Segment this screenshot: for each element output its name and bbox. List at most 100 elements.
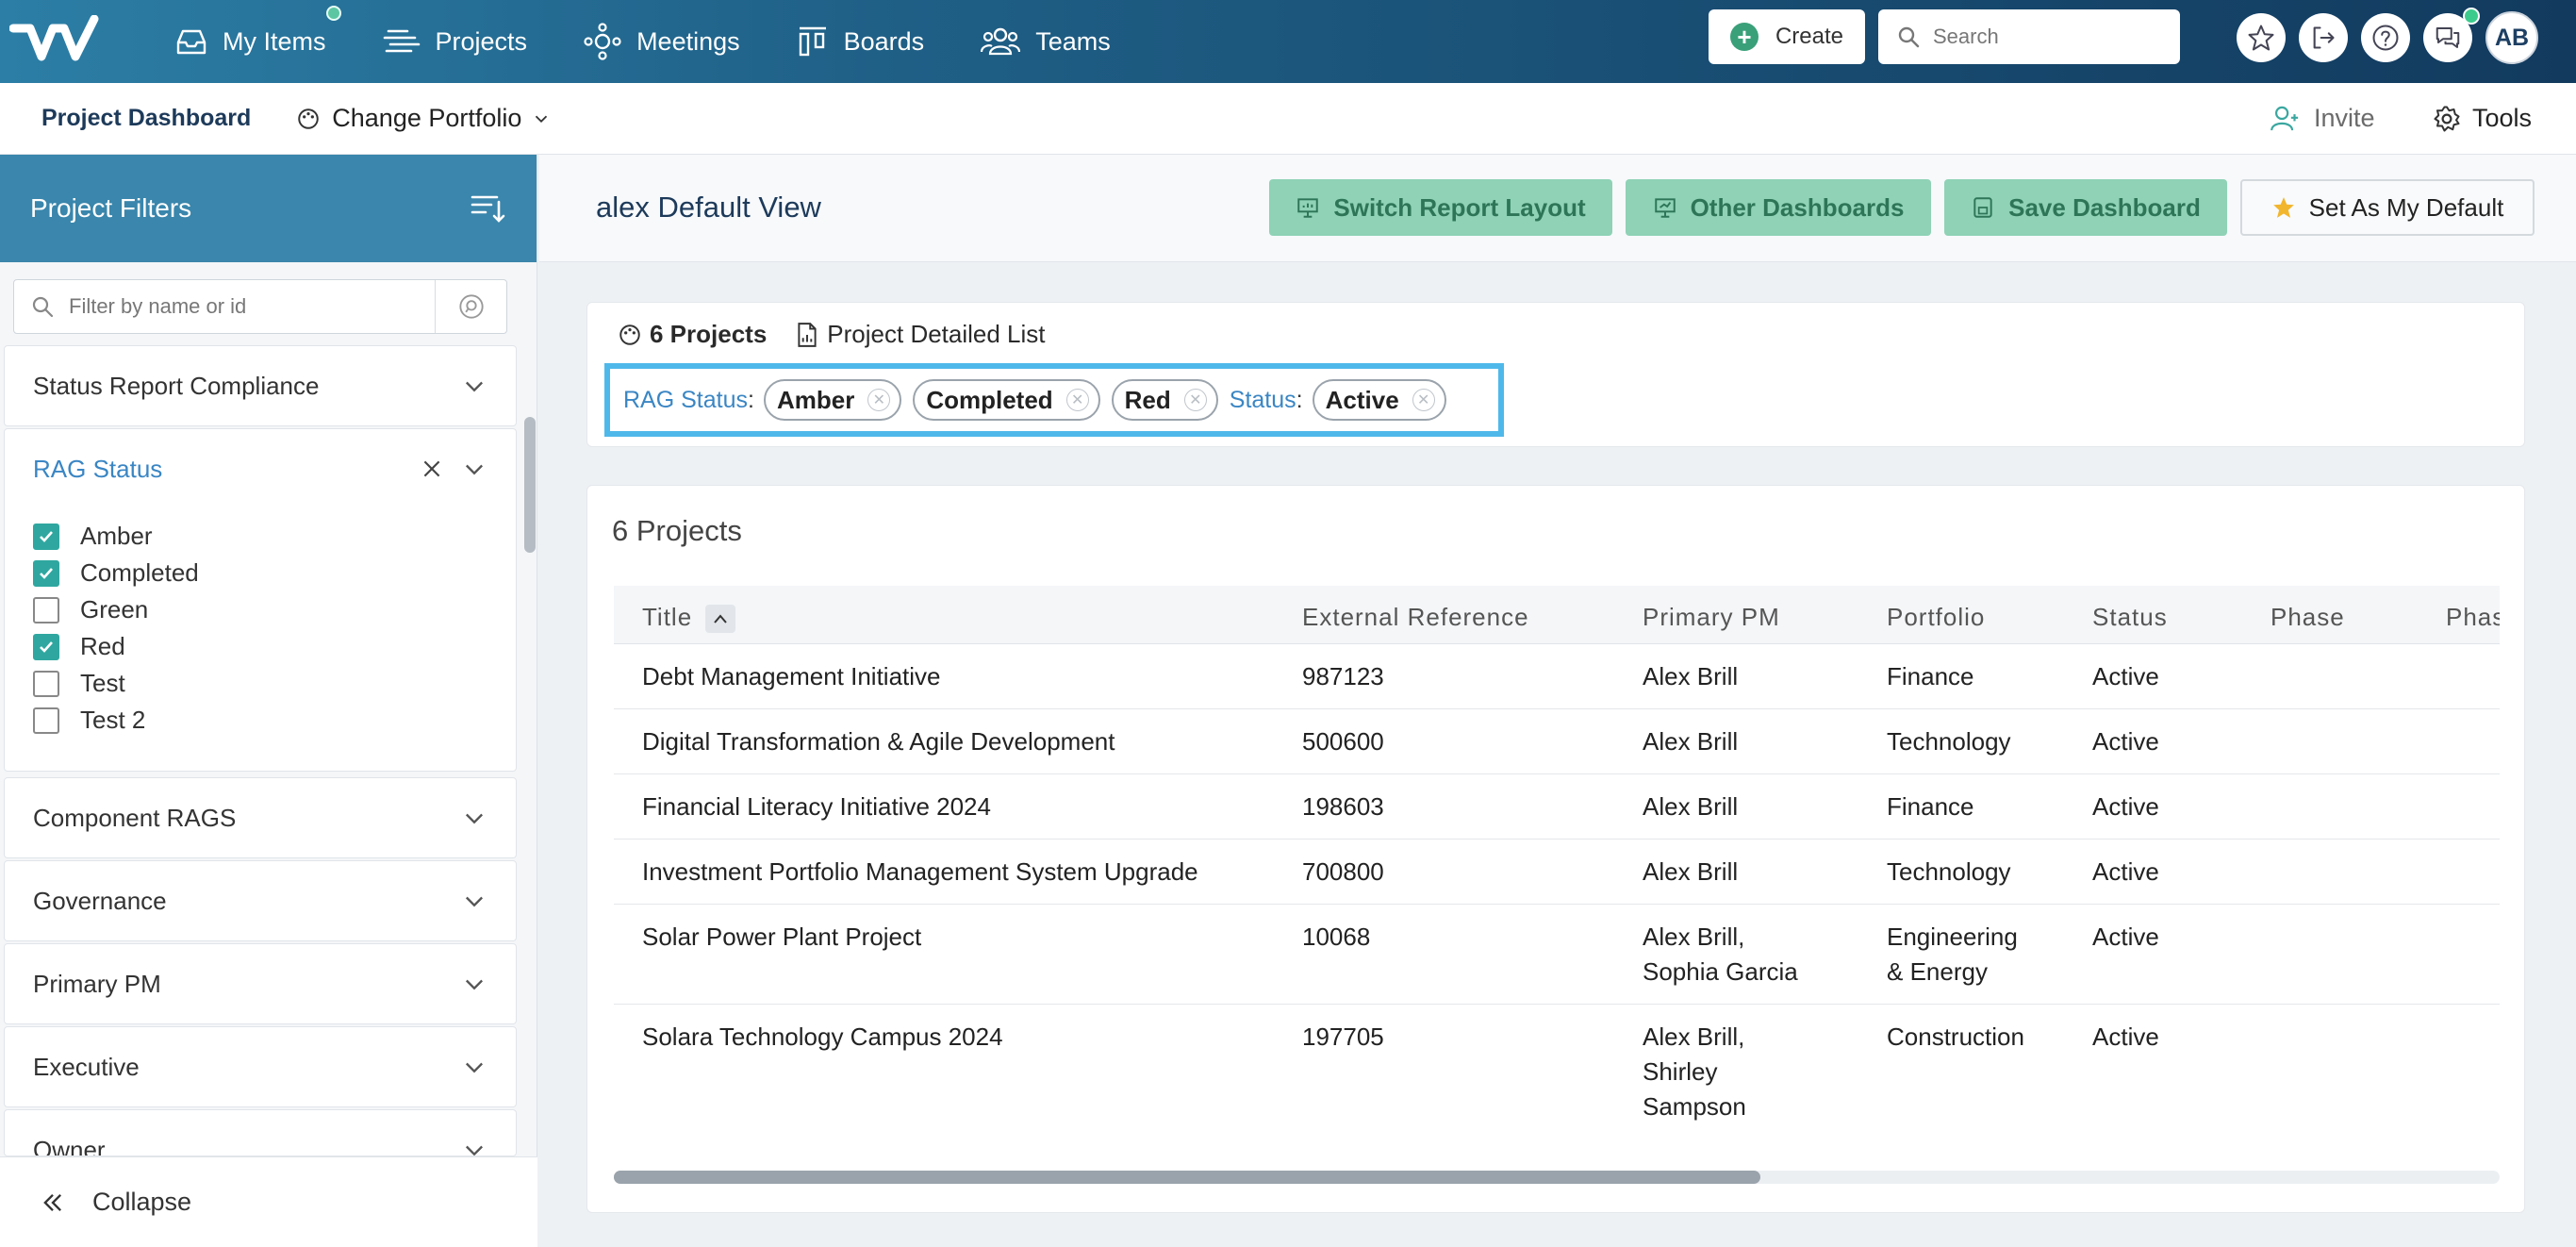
exit-button[interactable] xyxy=(2299,13,2348,62)
projects-table-card: 6 Projects Title External Reference Prim… xyxy=(586,485,2525,1213)
nav-my-items[interactable]: My Items xyxy=(147,0,355,83)
search-icon xyxy=(32,296,54,318)
sidebar-scrollbar[interactable] xyxy=(524,417,536,553)
rag-option-amber[interactable]: Amber xyxy=(5,518,516,555)
switch-report-layout-button[interactable]: Switch Report Layout xyxy=(1269,179,1612,236)
user-avatar[interactable]: AB xyxy=(2485,11,2538,64)
cell-portfolio: Technology xyxy=(1887,727,2011,756)
rag-option-completed[interactable]: Completed xyxy=(5,555,516,591)
column-header-external-reference[interactable]: External Reference xyxy=(1302,603,1529,632)
column-header-portfolio[interactable]: Portfolio xyxy=(1887,603,1985,632)
nav-boards[interactable]: Boards xyxy=(768,0,953,83)
presentation-icon xyxy=(1297,198,1319,218)
chevron-down-icon xyxy=(466,381,483,392)
scrollbar-thumb[interactable] xyxy=(614,1171,1760,1184)
sort-filter-icon[interactable] xyxy=(471,192,506,224)
filter-primary-pm[interactable]: Primary PM xyxy=(4,943,517,1024)
nav-projects[interactable]: Projects xyxy=(355,0,556,83)
cell-title[interactable]: Digital Transformation & Agile Developme… xyxy=(642,724,1115,759)
advanced-search-button[interactable] xyxy=(435,280,506,333)
global-search-input[interactable]: Search xyxy=(1878,9,2180,64)
filter-owner[interactable]: Owner xyxy=(4,1109,517,1156)
cell-pm: Alex Brill, Shirley Sampson xyxy=(1643,1023,1746,1121)
filter-section-label: Owner xyxy=(33,1135,106,1156)
rag-option-red[interactable]: Red xyxy=(5,628,516,665)
change-portfolio-dropdown[interactable]: Change Portfolio xyxy=(296,104,563,133)
cell-ref: 700800 xyxy=(1302,857,1384,886)
cell-title[interactable]: Financial Literacy Initiative 2024 xyxy=(642,790,991,824)
table-header-row: Title External Reference Primary PM Port… xyxy=(614,586,2500,644)
table-row[interactable]: Financial Literacy Initiative 2024 198603… xyxy=(614,774,2500,840)
projects-table: Title External Reference Primary PM Port… xyxy=(614,586,2500,1129)
cell-status: Active xyxy=(2092,1023,2159,1051)
checkbox[interactable] xyxy=(33,633,59,660)
table-row[interactable]: Solara Technology Campus 2024 197705 Alex … xyxy=(614,1005,2500,1129)
filter-section-label: Status Report Compliance xyxy=(33,371,320,400)
nav-teams[interactable]: Teams xyxy=(952,0,1139,83)
star-icon xyxy=(2248,25,2274,51)
help-button[interactable] xyxy=(2361,13,2410,62)
column-header-primary-pm[interactable]: Primary PM xyxy=(1643,603,1780,632)
filter-chip-label: Amber xyxy=(776,385,855,414)
nav-meetings[interactable]: Meetings xyxy=(555,0,768,83)
other-dashboards-button[interactable]: Other Dashboards xyxy=(1626,179,1931,236)
collapse-sidebar-button[interactable]: Collapse xyxy=(0,1156,537,1247)
app-logo[interactable] xyxy=(0,0,109,83)
set-as-default-label: Set As My Default xyxy=(2308,192,2504,222)
cell-ref: 987123 xyxy=(1302,662,1384,690)
rag-option-test[interactable]: Test xyxy=(5,665,516,702)
favorites-button[interactable] xyxy=(2237,13,2286,62)
cell-title[interactable]: Solara Technology Campus 2024 xyxy=(642,1020,1003,1055)
filter-executive[interactable]: Executive xyxy=(4,1026,517,1107)
remove-chip-icon[interactable]: ✕ xyxy=(1065,389,1089,411)
cell-title[interactable]: Debt Management Initiative xyxy=(642,659,941,694)
project-dashboard-link[interactable]: Project Dashboard xyxy=(41,105,251,132)
checkbox[interactable] xyxy=(33,670,59,697)
rag-option-test-2[interactable]: Test 2 xyxy=(5,702,516,739)
cell-pm: Alex Brill, Sophia Garcia xyxy=(1643,923,1798,986)
collapse-label: Collapse xyxy=(92,1188,192,1216)
checkbox[interactable] xyxy=(33,559,59,587)
filter-component-rags[interactable]: Component RAGS xyxy=(4,777,517,858)
sort-ascending-icon[interactable] xyxy=(705,605,736,634)
cell-title[interactable]: Investment Portfolio Management System U… xyxy=(642,855,1198,890)
filter-chip: Completed ✕ xyxy=(913,379,1100,421)
table-row[interactable]: Debt Management Initiative 987123 Alex Bri… xyxy=(614,644,2500,709)
set-as-default-button[interactable]: Set As My Default xyxy=(2240,179,2535,236)
meetings-icon xyxy=(584,23,621,60)
column-header-title[interactable]: Title xyxy=(642,603,736,634)
rag-option-green[interactable]: Green xyxy=(5,591,516,628)
messages-notification-dot xyxy=(2463,8,2480,25)
save-dashboard-button[interactable]: Save Dashboard xyxy=(1944,179,2227,236)
table-horizontal-scrollbar[interactable] xyxy=(614,1171,2500,1184)
filter-search-input[interactable]: Filter by name or id xyxy=(13,279,507,334)
remove-chip-icon[interactable]: ✕ xyxy=(867,389,891,411)
table-card-title: 6 Projects xyxy=(612,514,742,547)
filter-status-report-compliance[interactable]: Status Report Compliance xyxy=(4,345,517,426)
checkbox[interactable] xyxy=(33,523,59,550)
create-button[interactable]: + Create xyxy=(1709,9,1865,64)
table-row[interactable]: Investment Portfolio Management System U… xyxy=(614,840,2500,905)
rag-status-header[interactable]: RAG Status xyxy=(5,429,516,508)
checkbox[interactable] xyxy=(33,596,59,624)
clear-filter-icon[interactable] xyxy=(420,457,444,481)
remove-chip-icon[interactable]: ✕ xyxy=(1412,389,1435,411)
table-row[interactable]: Solar Power Plant Project 10068 Alex Brill… xyxy=(614,905,2500,1005)
tab-projects-summary[interactable]: 6 Projects xyxy=(618,320,767,349)
rag-status-filter-label: RAG Status: xyxy=(623,386,754,413)
filters-header: Project Filters xyxy=(0,155,537,262)
tools-button[interactable]: Tools xyxy=(2433,104,2532,133)
notification-dot xyxy=(325,6,341,21)
column-header-phase-2[interactable]: Phas xyxy=(2446,603,2500,632)
cell-title[interactable]: Solar Power Plant Project xyxy=(642,920,921,955)
filter-governance[interactable]: Governance xyxy=(4,860,517,941)
invite-button[interactable]: Invite xyxy=(2271,104,2375,133)
column-header-status[interactable]: Status xyxy=(2092,603,2168,632)
filter-chip-label: Red xyxy=(1124,385,1171,414)
checkbox[interactable] xyxy=(33,707,59,734)
table-row[interactable]: Digital Transformation & Agile Developme… xyxy=(614,709,2500,774)
tab-project-detailed-list[interactable]: Project Detailed List xyxy=(795,320,1046,349)
column-header-phase[interactable]: Phase xyxy=(2271,603,2345,632)
remove-chip-icon[interactable]: ✕ xyxy=(1183,389,1207,411)
filter-chip: Active ✕ xyxy=(1312,379,1446,421)
